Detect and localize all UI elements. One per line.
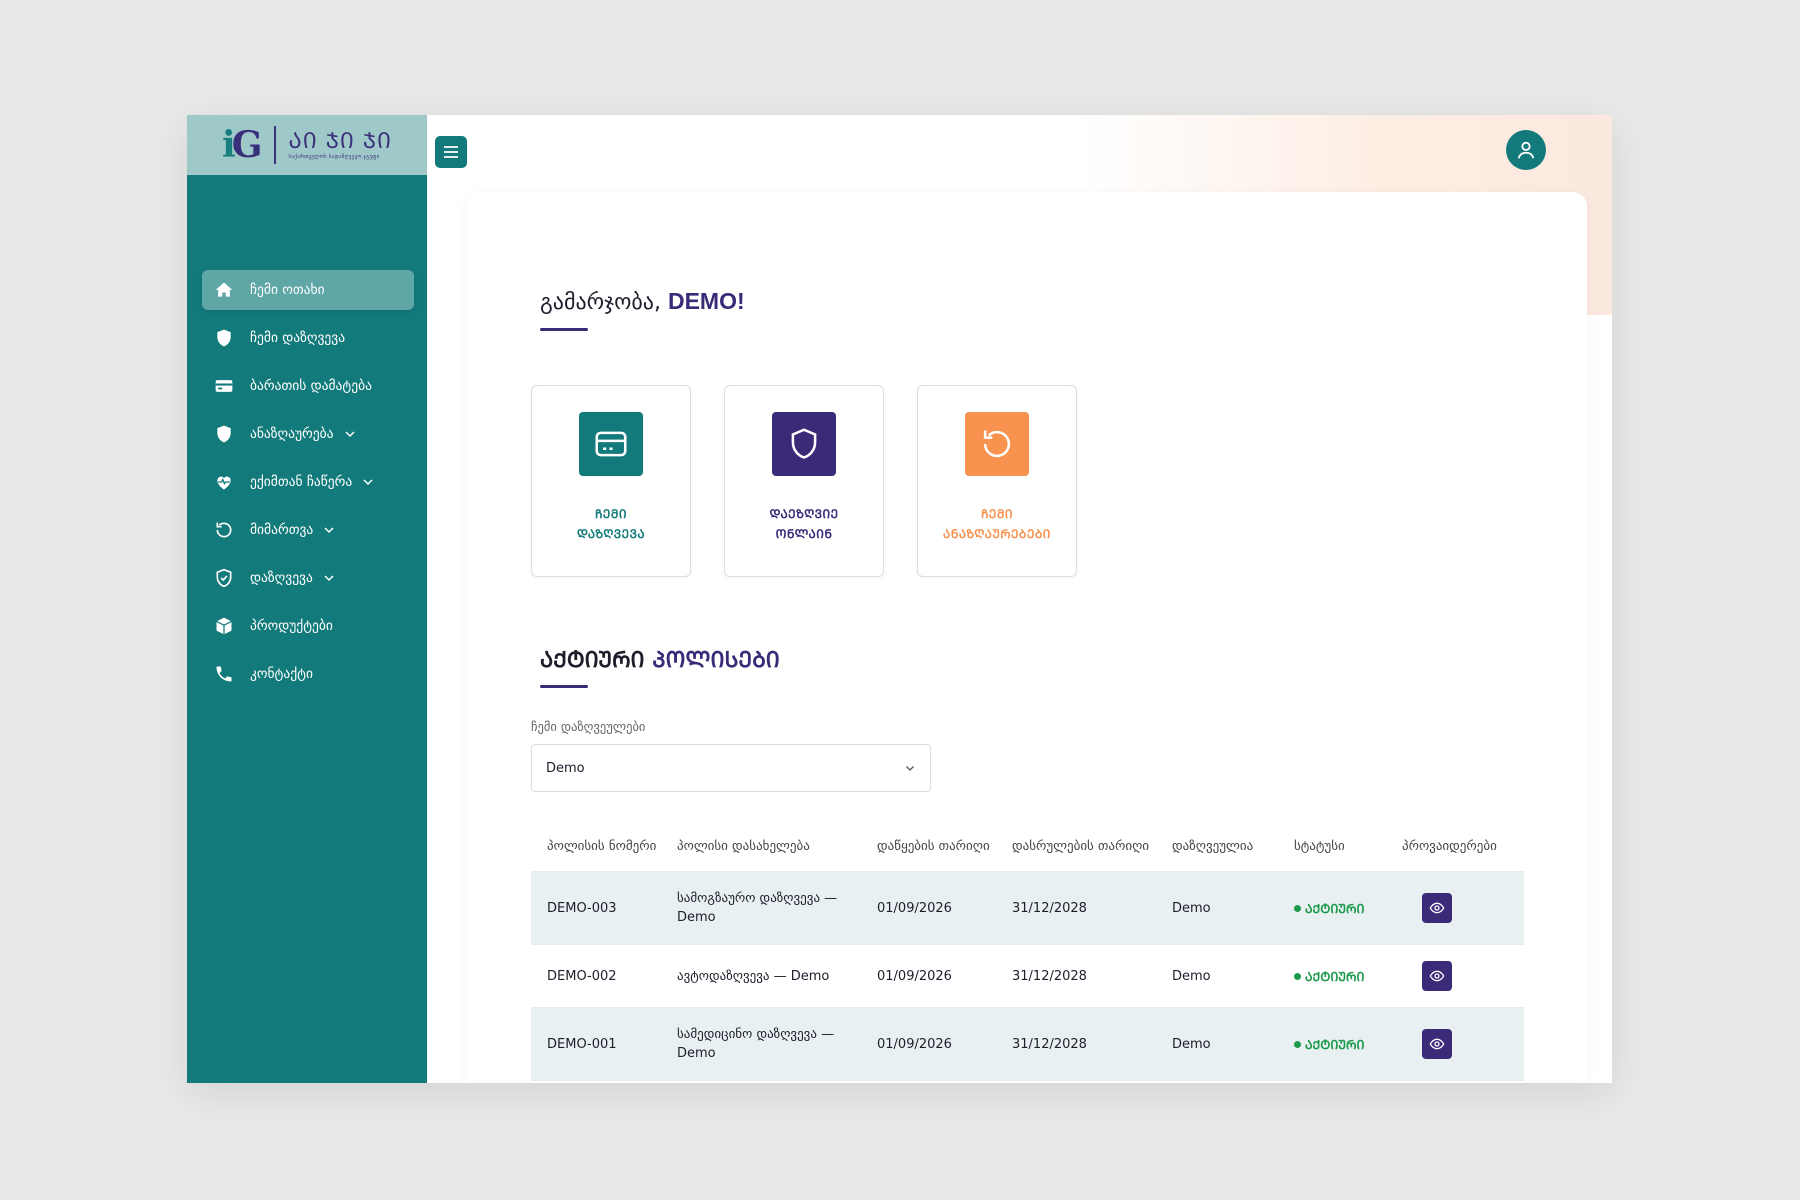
sidebar-item-label: ჩემი დაზღვევა <box>250 330 346 346</box>
policy-name: სამედიცინო დაზღვევა — Demo <box>677 1027 835 1061</box>
column-header: დაწყების თარიღი <box>877 839 990 854</box>
policy-end-date: 31/12/2028 <box>1012 900 1087 916</box>
status-badge: ᲐᲥᲢᲘᲣᲠᲘ <box>1278 1035 1386 1054</box>
quick-action-my-insurance[interactable]: ᲩᲔᲛᲘ ᲓᲐᲖᲦᲕᲔᲕᲐ <box>531 385 691 577</box>
main-content: გამარჯობა, DEMO! ᲩᲔᲛᲘ ᲓᲐᲖᲦᲕᲔᲕᲐ ᲓᲐᲔᲖᲦᲕᲘᲔ ᲝᲜ… <box>467 192 1587 1083</box>
policy-name: სამოგზაურო დაზღვევა — Demo <box>677 891 838 925</box>
home-icon <box>214 280 234 300</box>
policies-table: პოლისის ნომერი პოლისი დასახელება დაწყები… <box>531 822 1524 1081</box>
logo-text: ᲐᲘ ᲯᲘ ᲯᲘ <box>288 128 392 154</box>
sidebar-nav: ჩემი ოთახი ჩემი დაზღვევა ბარათის დამატებ… <box>202 270 414 702</box>
user-name: DEMO! <box>667 288 745 314</box>
section-title-active-policies: ᲐᲥᲢᲘᲣᲠᲘ ᲞᲝᲚᲘᲡᲔᲑᲘ <box>540 648 780 673</box>
sidebar-item-referral[interactable]: მიმართვა <box>202 510 414 550</box>
eye-icon <box>1429 970 1445 982</box>
chevron-down-icon <box>363 479 373 486</box>
sidebar-item-label: პროდუქტები <box>250 618 333 634</box>
policy-name: ავტოდაზღვევა — Demo <box>677 968 830 984</box>
policy-number: DEMO-003 <box>547 900 617 916</box>
policy-insured: Demo <box>1172 900 1211 916</box>
quick-action-insure-online[interactable]: ᲓᲐᲔᲖᲦᲕᲘᲔ ᲝᲜᲚᲐᲘᲜ <box>724 385 884 577</box>
page-title: გამარჯობა, DEMO! <box>540 288 745 315</box>
box-icon <box>214 616 234 636</box>
table-header: პოლისის ნომერი პოლისი დასახელება დაწყები… <box>531 822 1524 872</box>
sidebar-item-label: დაზღვევა <box>250 570 313 586</box>
chevron-down-icon <box>324 527 334 534</box>
eye-icon <box>1429 902 1445 914</box>
quick-action-label: ᲩᲔᲛᲘ ᲐᲜᲐᲖᲦᲐᲣᲠᲔᲑᲔᲑᲘ <box>943 507 1051 541</box>
shield-check-icon <box>214 568 234 588</box>
sidebar-item-label: ანაზღაურება <box>250 426 334 442</box>
sidebar-item-doctor-appointment[interactable]: ექიმთან ჩაწერა <box>202 462 414 502</box>
sidebar-item-label: ჩემი ოთახი <box>250 282 325 298</box>
user-icon <box>1517 141 1535 159</box>
sidebar: iG ᲐᲘ ᲯᲘ ᲯᲘ საქართველოს სადაზღვევო ჯგუფი… <box>187 115 427 1083</box>
refresh-icon <box>965 412 1029 476</box>
sidebar-item-label: კონტაქტი <box>250 666 313 682</box>
policy-insured: Demo <box>1172 968 1211 984</box>
app-window: iG ᲐᲘ ᲯᲘ ᲯᲘ საქართველოს სადაზღვევო ჯგუფი… <box>187 115 1612 1083</box>
refresh-icon <box>214 520 234 540</box>
chevron-down-icon <box>324 575 334 582</box>
quick-action-label: ᲓᲐᲔᲖᲦᲕᲘᲔ ᲝᲜᲚᲐᲘᲜ <box>769 507 839 541</box>
eye-icon <box>1429 1038 1445 1050</box>
policy-number: DEMO-002 <box>547 968 617 984</box>
insured-select[interactable]: Demo <box>531 744 931 792</box>
view-providers-button[interactable] <box>1422 1029 1452 1059</box>
column-header: სტატუსი <box>1294 839 1345 854</box>
insured-select-value: Demo <box>546 760 585 776</box>
column-header: პოლისი დასახელება <box>677 839 810 854</box>
user-avatar-button[interactable] <box>1506 130 1546 170</box>
sidebar-item-label: ბარათის დამატება <box>250 378 372 394</box>
sidebar-item-label: ექიმთან ჩაწერა <box>250 474 353 490</box>
hamburger-icon <box>444 146 458 158</box>
logo[interactable]: iG ᲐᲘ ᲯᲘ ᲯᲘ საქართველოს სადაზღვევო ჯგუფი <box>187 115 427 175</box>
shield-icon <box>772 412 836 476</box>
sidebar-item-insurance[interactable]: დაზღვევა <box>202 558 414 598</box>
view-providers-button[interactable] <box>1422 961 1452 991</box>
shield-icon <box>214 424 234 444</box>
logo-mark: iG <box>222 124 263 166</box>
section-underline <box>540 685 588 688</box>
column-header: პროვაიდერები <box>1402 839 1497 854</box>
sidebar-item-my-insurance[interactable]: ჩემი დაზღვევა <box>202 318 414 358</box>
sidebar-item-add-card[interactable]: ბარათის დამატება <box>202 366 414 406</box>
column-header: პოლისის ნომერი <box>547 839 657 854</box>
heart-pulse-icon <box>214 472 234 492</box>
title-underline <box>540 328 588 331</box>
card-icon <box>579 412 643 476</box>
policy-insured: Demo <box>1172 1036 1211 1052</box>
chevron-down-icon <box>344 431 355 438</box>
sidebar-item-my-room[interactable]: ჩემი ოთახი <box>202 270 414 310</box>
quick-action-my-reimbursements[interactable]: ᲩᲔᲛᲘ ᲐᲜᲐᲖᲦᲐᲣᲠᲔᲑᲔᲑᲘ <box>917 385 1077 577</box>
card-icon <box>214 376 234 396</box>
hamburger-menu-button[interactable] <box>435 136 467 168</box>
policy-start-date: 01/09/2026 <box>877 1036 952 1052</box>
sidebar-item-label: მიმართვა <box>250 522 314 538</box>
policy-end-date: 31/12/2028 <box>1012 1036 1087 1052</box>
status-badge: ᲐᲥᲢᲘᲣᲠᲘ <box>1278 967 1386 986</box>
table-row[interactable]: DEMO-001 სამედიცინო დაზღვევა — Demo 01/0… <box>531 1008 1524 1081</box>
quick-action-label: ᲩᲔᲛᲘ ᲓᲐᲖᲦᲕᲔᲕᲐ <box>576 507 646 541</box>
table-row[interactable]: DEMO-002 ავტოდაზღვევა — Demo 01/09/2026 … <box>531 945 1524 1008</box>
view-providers-button[interactable] <box>1422 893 1452 923</box>
shield-icon <box>214 328 234 348</box>
column-header: დაზღვეულია <box>1172 839 1254 854</box>
policy-start-date: 01/09/2026 <box>877 900 952 916</box>
logo-subtext: საქართველოს სადაზღვევო ჯგუფი <box>288 154 380 161</box>
sidebar-item-products[interactable]: პროდუქტები <box>202 606 414 646</box>
column-header: დასრულების თარიღი <box>1012 839 1150 854</box>
policy-start-date: 01/09/2026 <box>877 968 952 984</box>
logo-divider <box>274 126 277 164</box>
phone-icon <box>214 664 234 684</box>
status-badge: ᲐᲥᲢᲘᲣᲠᲘ <box>1278 899 1386 918</box>
table-row[interactable]: DEMO-003 სამოგზაურო დაზღვევა — Demo 01/0… <box>531 872 1524 945</box>
policy-end-date: 31/12/2028 <box>1012 968 1087 984</box>
sidebar-item-contact[interactable]: კონტაქტი <box>202 654 414 694</box>
insured-select-label: ჩემი დაზღვეულები <box>531 719 646 734</box>
sidebar-item-reimbursement[interactable]: ანაზღაურება <box>202 414 414 454</box>
chevron-down-icon <box>906 766 914 771</box>
policy-number: DEMO-001 <box>547 1036 617 1052</box>
